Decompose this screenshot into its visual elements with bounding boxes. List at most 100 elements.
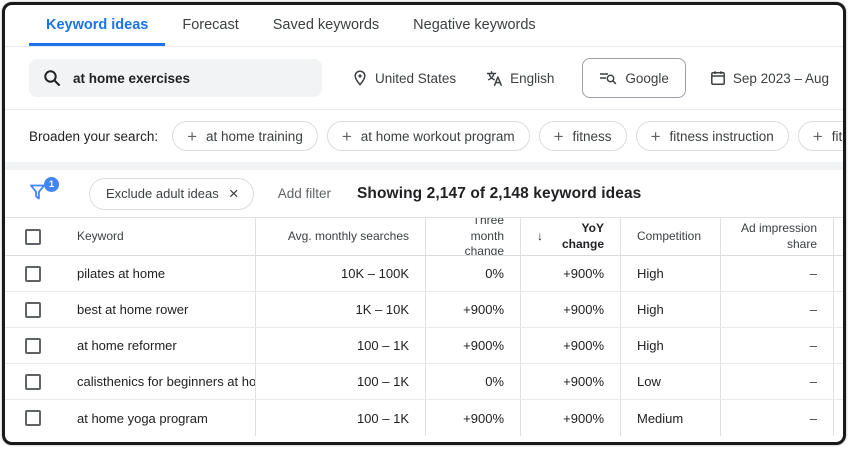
cell-three-month-change: 0% bbox=[425, 364, 520, 399]
plus-icon: + bbox=[813, 128, 823, 145]
header-spacer bbox=[833, 218, 846, 255]
plus-icon: + bbox=[342, 128, 352, 145]
header-competition[interactable]: Competition bbox=[620, 218, 720, 255]
cell-spacer bbox=[833, 292, 846, 327]
chip-label: at home training bbox=[206, 129, 303, 144]
broaden-label: Broaden your search: bbox=[29, 129, 158, 144]
cell-yoy-change: +900% bbox=[520, 256, 620, 291]
filter-row: 1 Exclude adult ideas × Add filter Showi… bbox=[5, 170, 843, 217]
cell-three-month-change: 0% bbox=[425, 256, 520, 291]
cell-yoy-change: +900% bbox=[520, 328, 620, 363]
table-row[interactable]: at home reformer 100 – 1K +900% +900% Hi… bbox=[5, 328, 843, 364]
keyword-ideas-table: Keyword Avg. monthly searches Three mont… bbox=[5, 217, 843, 436]
tab-bar: Keyword ideas Forecast Saved keywords Ne… bbox=[5, 5, 843, 47]
cell-keyword: calisthenics for beginners at home bbox=[61, 364, 255, 399]
table-row[interactable]: calisthenics for beginners at home 100 –… bbox=[5, 364, 843, 400]
row-checkbox[interactable] bbox=[25, 338, 41, 354]
tab-keyword-ideas[interactable]: Keyword ideas bbox=[29, 5, 165, 46]
cell-ad-impression-share: – bbox=[720, 364, 833, 399]
keyword-planner-window: Keyword ideas Forecast Saved keywords Ne… bbox=[2, 2, 846, 445]
select-all-checkbox[interactable] bbox=[25, 229, 41, 245]
cell-three-month-change: +900% bbox=[425, 292, 520, 327]
chip-label: fitness classes bbox=[832, 129, 846, 144]
row-checkbox[interactable] bbox=[25, 410, 41, 426]
cell-yoy-change: +900% bbox=[520, 400, 620, 436]
network-selector[interactable]: Google bbox=[582, 58, 686, 98]
translate-icon bbox=[486, 70, 503, 87]
chip-label: at home workout program bbox=[361, 129, 515, 144]
broaden-chip-at-home-workout-program[interactable]: + at home workout program bbox=[327, 121, 530, 151]
filter-count-badge: 1 bbox=[44, 177, 59, 192]
cell-competition: Medium bbox=[620, 400, 720, 436]
broaden-chip-fitness-instruction[interactable]: + fitness instruction bbox=[636, 121, 789, 151]
tab-forecast[interactable]: Forecast bbox=[165, 5, 255, 46]
search-query-text: at home exercises bbox=[73, 71, 190, 86]
row-checkbox[interactable] bbox=[25, 302, 41, 318]
date-range-selector[interactable]: Sep 2023 – Aug bbox=[710, 70, 829, 86]
keyword-search-input[interactable]: at home exercises bbox=[29, 59, 322, 97]
broaden-chip-fitness[interactable]: + fitness bbox=[539, 121, 627, 151]
results-count-text: Showing 2,147 of 2,148 keyword ideas bbox=[357, 185, 641, 203]
plus-icon: + bbox=[651, 128, 661, 145]
broaden-chip-fitness-classes[interactable]: + fitness classes bbox=[798, 121, 846, 151]
cell-yoy-change: +900% bbox=[520, 364, 620, 399]
header-avg-monthly-searches[interactable]: Avg. monthly searches bbox=[255, 218, 425, 255]
add-filter-button[interactable]: Add filter bbox=[278, 186, 331, 201]
calendar-icon bbox=[710, 70, 726, 86]
chip-label: fitness bbox=[573, 129, 612, 144]
header-checkbox-cell bbox=[5, 218, 61, 255]
row-checkbox[interactable] bbox=[25, 374, 41, 390]
language-label: English bbox=[510, 71, 554, 86]
cell-keyword: at home yoga program bbox=[61, 400, 255, 436]
tab-saved-keywords[interactable]: Saved keywords bbox=[256, 5, 396, 46]
header-yoy-label: YoY change bbox=[548, 221, 604, 252]
date-range-label: Sep 2023 – Aug bbox=[733, 71, 829, 86]
cell-competition: High bbox=[620, 292, 720, 327]
filter-button[interactable]: 1 bbox=[27, 181, 53, 207]
cell-ad-impression-share: – bbox=[720, 256, 833, 291]
table-row[interactable]: best at home rower 1K – 10K +900% +900% … bbox=[5, 292, 843, 328]
cell-avg-monthly-searches: 100 – 1K bbox=[255, 364, 425, 399]
header-ad-impression-share[interactable]: Ad impression share bbox=[720, 218, 833, 255]
cell-ad-impression-share: – bbox=[720, 400, 833, 436]
cell-keyword: at home reformer bbox=[61, 328, 255, 363]
plus-icon: + bbox=[554, 128, 564, 145]
location-pin-icon bbox=[352, 70, 368, 86]
cell-spacer bbox=[833, 364, 846, 399]
search-network-icon bbox=[599, 70, 617, 86]
tab-negative-keywords[interactable]: Negative keywords bbox=[396, 5, 553, 46]
exclude-adult-ideas-chip[interactable]: Exclude adult ideas × bbox=[89, 178, 254, 210]
table-header-row: Keyword Avg. monthly searches Three mont… bbox=[5, 218, 843, 256]
location-label: United States bbox=[375, 71, 456, 86]
plus-icon: + bbox=[187, 128, 197, 145]
cell-competition: High bbox=[620, 328, 720, 363]
cell-ad-impression-share: – bbox=[720, 292, 833, 327]
search-icon bbox=[43, 69, 61, 87]
cell-avg-monthly-searches: 100 – 1K bbox=[255, 400, 425, 436]
cell-yoy-change: +900% bbox=[520, 292, 620, 327]
cell-three-month-change: +900% bbox=[425, 400, 520, 436]
close-icon[interactable]: × bbox=[229, 185, 239, 202]
header-yoy-change[interactable]: ↓ YoY change bbox=[520, 218, 620, 255]
network-label: Google bbox=[625, 71, 669, 86]
chip-label: fitness instruction bbox=[670, 129, 774, 144]
cell-avg-monthly-searches: 1K – 10K bbox=[255, 292, 425, 327]
filter-chip-label: Exclude adult ideas bbox=[106, 186, 219, 201]
cell-competition: High bbox=[620, 256, 720, 291]
cell-keyword: pilates at home bbox=[61, 256, 255, 291]
cell-three-month-change: +900% bbox=[425, 328, 520, 363]
location-selector[interactable]: United States bbox=[352, 70, 456, 86]
broaden-chip-at-home-training[interactable]: + at home training bbox=[172, 121, 318, 151]
sort-desc-icon: ↓ bbox=[537, 229, 543, 245]
broaden-search-row: Broaden your search: + at home training +… bbox=[5, 110, 843, 162]
section-divider-band bbox=[5, 162, 843, 170]
cell-avg-monthly-searches: 100 – 1K bbox=[255, 328, 425, 363]
cell-spacer bbox=[833, 328, 846, 363]
table-row[interactable]: at home yoga program 100 – 1K +900% +900… bbox=[5, 400, 843, 436]
header-keyword[interactable]: Keyword bbox=[61, 218, 255, 255]
language-selector[interactable]: English bbox=[486, 70, 554, 87]
header-three-month-change[interactable]: Three month change bbox=[425, 218, 520, 255]
table-row[interactable]: pilates at home 10K – 100K 0% +900% High… bbox=[5, 256, 843, 292]
search-toolbar: at home exercises United States English … bbox=[5, 47, 843, 110]
row-checkbox[interactable] bbox=[25, 266, 41, 282]
